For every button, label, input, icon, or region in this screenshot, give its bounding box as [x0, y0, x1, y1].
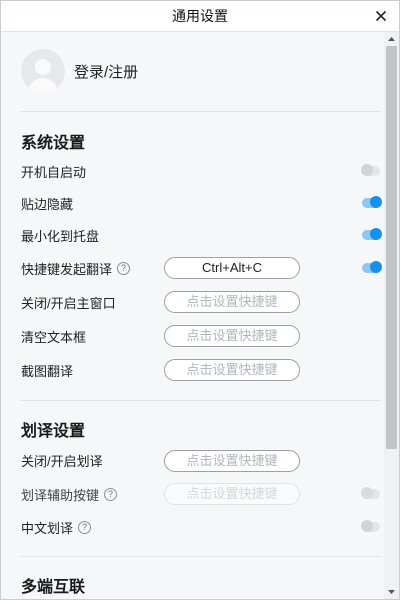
settings-window: 通用设置 登录/注册 系统设置 开机自启动 贴边隐藏 最小化到托盘 快捷键发起翻…: [0, 0, 400, 600]
scroll-down-arrow[interactable]: [384, 585, 399, 599]
assist-button-text: 划译辅助按键: [21, 487, 100, 503]
clear-textbox-hotkey-input[interactable]: 点击设置快捷键: [164, 325, 300, 347]
help-icon[interactable]: ?: [104, 487, 118, 501]
chinese-selection-toggle[interactable]: [361, 520, 380, 532]
selection-settings-title: 划译设置: [21, 423, 86, 440]
toggle-selection-label: 关闭/开启划译: [21, 453, 103, 469]
arrow-down-icon: [388, 590, 395, 594]
divider: [21, 400, 381, 401]
hotkey-translate-input[interactable]: Ctrl+Alt+C: [164, 257, 300, 279]
scroll-up-arrow[interactable]: [384, 32, 399, 46]
minimize-tray-toggle[interactable]: [362, 228, 382, 240]
settings-content: 登录/注册 系统设置 开机自启动 贴边隐藏 最小化到托盘 快捷键发起翻译 ? C…: [1, 32, 384, 599]
toggle-main-window-label: 关闭/开启主窗口: [21, 295, 116, 311]
help-icon[interactable]: ?: [117, 261, 131, 275]
autostart-label: 开机自启动: [21, 164, 87, 180]
divider: [21, 111, 381, 112]
login-area[interactable]: 登录/注册: [21, 49, 138, 93]
login-register-link[interactable]: 登录/注册: [74, 61, 138, 82]
divider: [21, 556, 381, 557]
window-title: 通用设置: [172, 8, 228, 24]
edge-hide-label: 贴边隐藏: [21, 196, 74, 212]
scroll-thumb[interactable]: [386, 46, 397, 449]
edge-hide-toggle[interactable]: [362, 196, 382, 208]
screenshot-translate-label: 截图翻译: [21, 363, 74, 379]
chinese-selection-label: 中文划译 ?: [21, 517, 92, 537]
help-icon[interactable]: ?: [78, 520, 92, 534]
system-settings-title: 系统设置: [21, 135, 86, 152]
arrow-up-icon: [388, 37, 395, 41]
minimize-tray-label: 最小化到托盘: [21, 228, 100, 244]
assist-button-toggle[interactable]: [361, 487, 380, 499]
clear-textbox-label: 清空文本框: [21, 329, 87, 345]
hotkey-translate-label: 快捷键发起翻译 ?: [21, 258, 131, 278]
hotkey-translate-toggle[interactable]: [362, 261, 382, 273]
autostart-toggle[interactable]: [361, 164, 380, 176]
screenshot-translate-hotkey-input[interactable]: 点击设置快捷键: [164, 359, 300, 381]
close-button[interactable]: [371, 6, 391, 26]
hotkey-translate-text: 快捷键发起翻译: [21, 261, 113, 277]
toggle-main-window-hotkey-input[interactable]: 点击设置快捷键: [164, 291, 300, 313]
close-icon: [375, 10, 387, 22]
user-avatar-icon: [21, 49, 65, 93]
assist-button-hotkey-input: 点击设置快捷键: [164, 483, 300, 505]
scrollbar[interactable]: [384, 32, 399, 599]
assist-button-label: 划译辅助按键 ?: [21, 484, 118, 504]
title-bar: 通用设置: [1, 1, 399, 32]
toggle-selection-hotkey-input[interactable]: 点击设置快捷键: [164, 450, 300, 472]
multi-device-title: 多端互联: [21, 579, 86, 596]
chinese-selection-text: 中文划译: [21, 520, 74, 536]
